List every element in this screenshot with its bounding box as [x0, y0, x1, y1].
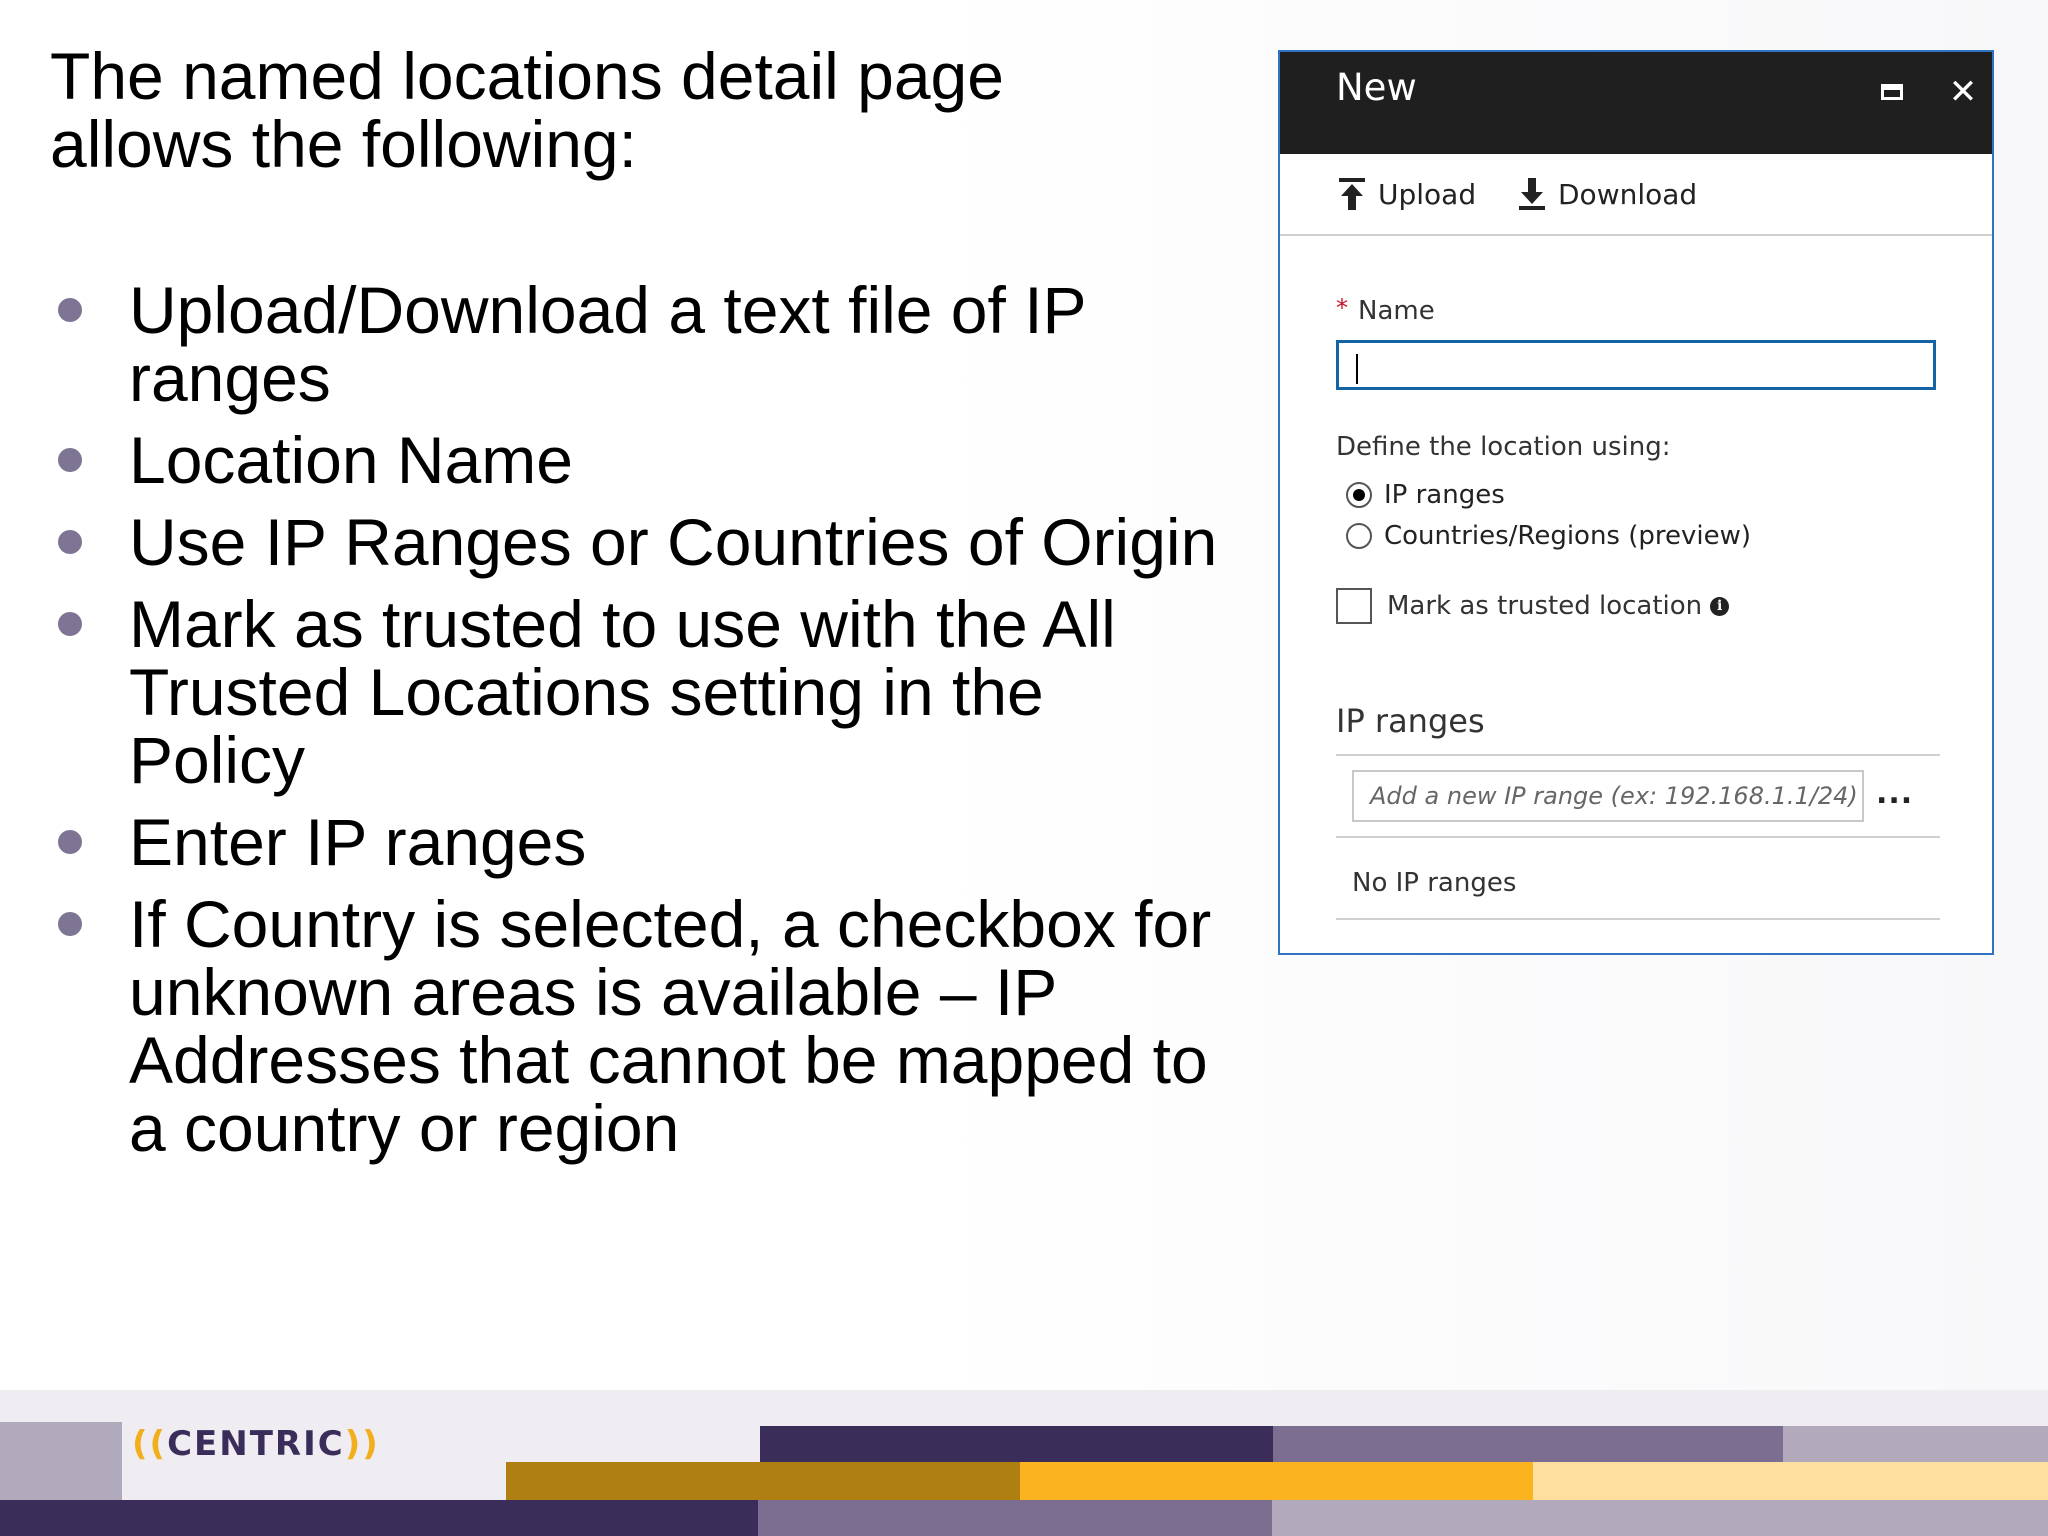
bullet-item: Location Name: [50, 426, 1230, 494]
logo-paren-right: )): [344, 1424, 380, 1464]
footer-color-block: [0, 1422, 122, 1504]
radio-ip-ranges[interactable]: IP ranges: [1346, 480, 1505, 510]
bullet-list: Upload/Download a text file of IP ranges…: [50, 276, 1230, 1176]
trusted-location-option[interactable]: Mark as trusted location i: [1336, 588, 1730, 624]
bullet-item: If Country is selected, a checkbox for u…: [50, 890, 1230, 1162]
footer-color-block: [1272, 1500, 2048, 1536]
upload-button[interactable]: Upload: [1336, 174, 1476, 214]
bullet-text: Mark as trusted to use with the All Trus…: [129, 587, 1116, 797]
bullet-text: If Country is selected, a checkbox for u…: [129, 887, 1212, 1165]
new-location-blade: New ✕ Upload Download * Name Define the l…: [1278, 50, 1994, 955]
close-icon[interactable]: ✕: [1945, 74, 1981, 110]
bullet-text: Upload/Download a text file of IP ranges: [129, 273, 1086, 415]
name-field-label: * Name: [1336, 294, 1435, 326]
blade-title: New: [1336, 66, 1417, 109]
define-location-label: Define the location using:: [1336, 432, 1671, 462]
divider: [1336, 836, 1940, 838]
upload-label: Upload: [1378, 177, 1477, 211]
radio-button-selected[interactable]: [1346, 482, 1372, 508]
bullet-dot-icon: [58, 298, 82, 322]
upload-icon: [1339, 178, 1365, 210]
bullet-dot-icon: [58, 612, 82, 636]
footer-color-block: [506, 1462, 1020, 1500]
bullet-dot-icon: [58, 912, 82, 936]
download-button[interactable]: Download: [1516, 174, 1697, 214]
footer-color-block: [1533, 1462, 2048, 1500]
bullet-item: Use IP Ranges or Countries of Origin: [50, 508, 1230, 576]
radio-countries-regions[interactable]: Countries/Regions (preview): [1346, 521, 1751, 551]
ip-ranges-heading: IP ranges: [1336, 702, 1485, 740]
bullet-text: Location Name: [129, 423, 573, 497]
required-asterisk: *: [1336, 294, 1348, 322]
bullet-text: Use IP Ranges or Countries of Origin: [129, 505, 1218, 579]
blade-header: New ✕: [1280, 52, 1992, 154]
divider: [1336, 754, 1940, 756]
divider: [1336, 918, 1940, 920]
footer-color-block: [758, 1500, 1272, 1536]
footer-color-block: [0, 1500, 758, 1536]
blade-toolbar: Upload Download: [1280, 154, 1992, 236]
bullet-dot-icon: [58, 830, 82, 854]
footer-color-block: [1273, 1426, 1783, 1462]
download-icon: [1519, 178, 1545, 210]
bullet-item: Enter IP ranges: [50, 808, 1230, 876]
maximize-icon[interactable]: [1876, 74, 1912, 110]
bullet-text: Enter IP ranges: [129, 805, 587, 879]
slide-title: The named locations detail page allows t…: [50, 39, 1004, 181]
empty-ip-ranges-text: No IP ranges: [1352, 868, 1517, 898]
bullet-item: Mark as trusted to use with the All Trus…: [50, 590, 1230, 794]
logo-text: CENTRIC: [167, 1424, 345, 1464]
footer-color-block: [760, 1426, 1273, 1462]
trusted-location-checkbox[interactable]: [1336, 588, 1372, 624]
logo-paren-left: ((: [132, 1424, 168, 1464]
radio-button[interactable]: [1346, 523, 1372, 549]
more-options-button[interactable]: ...: [1876, 776, 1913, 811]
info-icon[interactable]: i: [1710, 596, 1730, 616]
bullet-dot-icon: [58, 448, 82, 472]
trusted-location-label: Mark as trusted location: [1387, 591, 1703, 621]
bullet-item: Upload/Download a text file of IP ranges: [50, 276, 1230, 412]
ip-range-input[interactable]: Add a new IP range (ex: 192.168.1.1/24): [1352, 770, 1864, 822]
text-caret: [1356, 354, 1358, 384]
footer-color-block: [1783, 1426, 2048, 1462]
name-label-text: Name: [1358, 296, 1435, 326]
download-label: Download: [1558, 177, 1698, 211]
radio-label: IP ranges: [1384, 480, 1505, 510]
bullet-dot-icon: [58, 530, 82, 554]
centric-logo: ((CENTRIC)): [132, 1424, 380, 1464]
name-input[interactable]: [1336, 340, 1936, 390]
footer-color-block: [1020, 1462, 1533, 1500]
radio-label: Countries/Regions (preview): [1384, 521, 1752, 551]
